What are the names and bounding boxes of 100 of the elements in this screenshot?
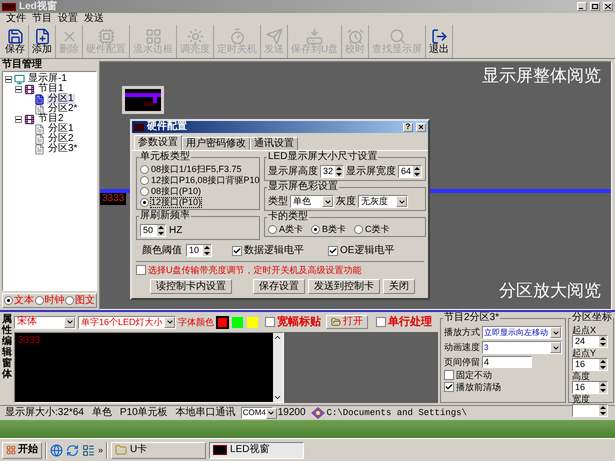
- caret-icon: [166, 318, 174, 326]
- help-button[interactable]: ?: [403, 122, 413, 132]
- dialog-button[interactable]: 发送到控制卡: [308, 279, 380, 294]
- tree-item[interactable]: 分区1: [47, 124, 75, 134]
- collapse-toggle[interactable]: [5, 76, 12, 82]
- dialog-button[interactable]: 关闭: [383, 279, 415, 294]
- scroll-up-icon[interactable]: [273, 333, 282, 342]
- menu-item[interactable]: 设置: [58, 14, 78, 24]
- status-text: 单色: [90, 408, 113, 418]
- spin-arrows-icon[interactable]: [599, 359, 607, 370]
- select-field[interactable]: 3: [482, 341, 562, 354]
- tree-item[interactable]: 节目1: [37, 84, 65, 94]
- grid-icon: [144, 28, 162, 45]
- color-swatch[interactable]: [216, 316, 229, 328]
- menu-item[interactable]: 节目: [32, 14, 52, 24]
- minimize-button[interactable]: [577, 2, 587, 11]
- group-title: 屏刷新频率: [139, 211, 191, 221]
- spinner-field[interactable]: 16: [572, 358, 608, 371]
- spinner-field[interactable]: 24: [572, 335, 608, 348]
- window-list-icon[interactable]: [82, 444, 95, 456]
- tree-item[interactable]: 分区3*: [47, 144, 78, 154]
- field-label: 灰度: [336, 196, 356, 206]
- document-icon: [34, 124, 45, 134]
- checkbox[interactable]: [232, 246, 242, 256]
- spinner-field[interactable]: 50: [140, 224, 166, 237]
- tab[interactable]: 参数设置: [134, 135, 182, 150]
- monitor-icon: [14, 74, 25, 84]
- dropdown-button[interactable]: [322, 196, 333, 207]
- radio-button[interactable]: [140, 187, 149, 196]
- select-field[interactable]: 单色: [290, 195, 334, 208]
- maximize-button[interactable]: [590, 2, 600, 11]
- start-button[interactable]: 开始: [2, 442, 42, 458]
- input-field[interactable]: 4: [482, 356, 532, 368]
- select-field[interactable]: 无灰度: [358, 195, 408, 208]
- spinner-field[interactable]: 10: [186, 244, 212, 257]
- checkbox[interactable]: [376, 317, 386, 327]
- radio-button[interactable]: [140, 165, 149, 174]
- spin-arrows-icon[interactable]: [599, 405, 607, 416]
- spin-arrows-icon[interactable]: [599, 382, 607, 393]
- dialog-button[interactable]: 保存设置: [253, 279, 305, 294]
- field-label: 起点X: [572, 326, 598, 335]
- toolbar-button[interactable]: 退出: [426, 25, 454, 58]
- spin-arrows-icon[interactable]: [335, 166, 343, 177]
- group-title: 节目2分区3*: [443, 313, 500, 323]
- font-select[interactable]: 宋体: [14, 316, 76, 328]
- tab[interactable]: 用户密码修改: [182, 137, 250, 150]
- spin-arrows-icon[interactable]: [413, 166, 421, 177]
- collapse-toggle[interactable]: [15, 86, 22, 92]
- toolbar-button[interactable]: 保存: [2, 25, 29, 58]
- size-select[interactable]: 单字16个LED灯大小: [78, 316, 176, 328]
- menu-item[interactable]: 文件: [6, 14, 26, 24]
- select-field[interactable]: 立即显示向左移动: [482, 326, 562, 339]
- radio-button[interactable]: [268, 225, 277, 234]
- close-button[interactable]: ×: [416, 122, 426, 132]
- spinner-field[interactable]: 64: [398, 165, 422, 178]
- scroll-down-icon[interactable]: [273, 393, 282, 402]
- spinner-field[interactable]: 16: [572, 381, 608, 394]
- taskbar-button[interactable]: U卡: [111, 442, 206, 458]
- toolbar-button[interactable]: 添加: [29, 25, 56, 58]
- checkbox[interactable]: [444, 370, 454, 380]
- checkbox-label: 播放前清场: [456, 382, 501, 392]
- radio-button[interactable]: [354, 225, 364, 234]
- globe-icon[interactable]: [50, 444, 63, 456]
- tree-item[interactable]: 分区1: [47, 94, 75, 104]
- dropdown-button[interactable]: [550, 327, 561, 338]
- radio-button[interactable]: [140, 198, 149, 207]
- radio-button[interactable]: [65, 296, 74, 305]
- spin-arrows-icon[interactable]: [599, 336, 607, 347]
- scrollbar[interactable]: [273, 333, 283, 402]
- group-title: LED显示屏大小尺寸设置: [267, 152, 378, 162]
- taskbar-button[interactable]: LED视窗: [209, 442, 304, 458]
- spinner-field[interactable]: [572, 404, 608, 417]
- dropdown-button[interactable]: [164, 316, 175, 328]
- checkbox[interactable]: [328, 246, 338, 256]
- spin-arrows-icon[interactable]: [203, 245, 211, 256]
- radio-button[interactable]: [4, 296, 13, 305]
- radio-button[interactable]: [34, 296, 44, 305]
- collapse-toggle[interactable]: [15, 116, 22, 122]
- dropdown-button[interactable]: [64, 316, 75, 328]
- close-button[interactable]: [603, 2, 613, 11]
- tree-item[interactable]: 显示屏-1: [27, 74, 68, 84]
- tab[interactable]: 通讯设置: [250, 137, 298, 150]
- tree-item[interactable]: 节目2: [37, 114, 65, 124]
- checkbox[interactable]: [265, 317, 275, 327]
- tree-item[interactable]: 分区2: [47, 134, 75, 144]
- radio-button[interactable]: [140, 176, 149, 185]
- tree-item[interactable]: 分区2*: [47, 104, 78, 114]
- more-button[interactable]: »: [98, 446, 104, 454]
- dropdown-button[interactable]: [266, 408, 277, 418]
- checkbox[interactable]: [444, 382, 454, 392]
- dropdown-button[interactable]: [396, 196, 407, 207]
- dialog-button[interactable]: 读控制卡内设置: [150, 279, 232, 294]
- radio-button[interactable]: [311, 225, 320, 234]
- dropdown-button[interactable]: [550, 342, 561, 353]
- caret-icon: [324, 198, 332, 206]
- checkbox[interactable]: [136, 265, 146, 275]
- spin-arrows-icon[interactable]: [157, 225, 165, 236]
- refresh-icon[interactable]: [66, 444, 79, 456]
- spinner-field[interactable]: 32: [320, 165, 344, 178]
- menu-item[interactable]: 发送: [84, 14, 104, 24]
